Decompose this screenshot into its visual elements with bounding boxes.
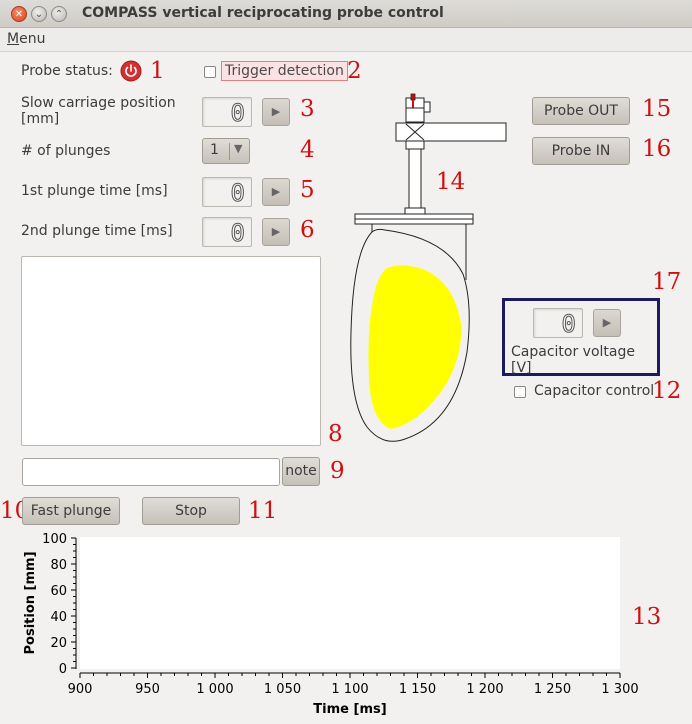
annotation-12: 12 [652, 378, 682, 404]
trigger-detection-label[interactable]: Trigger detection [221, 61, 348, 81]
y-tick-label: 40 [50, 610, 67, 625]
capacitor-control-checkbox[interactable] [514, 386, 526, 398]
menu-menu[interactable]: Menu [7, 31, 45, 47]
fast-plunge-button[interactable]: Fast plunge [22, 497, 120, 525]
trigger-detection-checkbox[interactable] [204, 66, 216, 78]
maximize-icon[interactable]: ⌃ [51, 6, 67, 22]
slow-carriage-label: Slow carriage position [21, 95, 176, 111]
capacitor-set-button[interactable]: ▶ [593, 309, 621, 337]
second-plunge-label: 2nd plunge time [ms] [21, 223, 173, 239]
capacitor-voltage-display: 0 [533, 308, 583, 339]
chevron-down-icon: ▼ [234, 142, 243, 155]
combo-separator [229, 143, 230, 160]
x-tick-label: 1 000 [196, 682, 233, 697]
note-input[interactable] [22, 458, 280, 486]
capacitor-control-label: Capacitor control [534, 383, 655, 399]
annotation-8: 8 [328, 421, 343, 447]
probe-status-label: Probe status: [21, 63, 113, 79]
x-tick-label: 950 [135, 682, 160, 697]
tokamak-probe-diagram [350, 93, 507, 442]
x-axis-label: Time [ms] [313, 702, 386, 717]
slow-carriage-unit: [mm] [21, 111, 60, 127]
annotation-15: 15 [642, 96, 672, 122]
plunges-label: # of plunges [21, 143, 111, 159]
slow-carriage-set-button[interactable]: ▶ [262, 98, 290, 126]
x-tick-label: 1 150 [399, 682, 436, 697]
slow-carriage-display: 0 [202, 97, 252, 128]
second-plunge-set-button[interactable]: ▶ [262, 218, 290, 246]
position-chart-svg: 0 20 40 60 80 100 900 950 1 000 1 050 1 100 1 150 1 … [23, 532, 639, 717]
second-plunge-display: 0 [202, 217, 252, 248]
log-textarea[interactable] [21, 256, 321, 446]
y-tick-label: 80 [50, 558, 67, 573]
window-title: COMPASS vertical reciprocating probe con… [82, 5, 444, 21]
x-tick-label: 1 250 [534, 682, 571, 697]
y-tick-label: 20 [50, 636, 67, 651]
power-icon [120, 60, 142, 82]
annotation-13: 14 [436, 169, 466, 195]
position-chart: 0 20 40 60 80 100 900 950 1 000 1 050 1 100 1 150 1 … [0, 525, 692, 720]
annotation-4: 4 [300, 137, 315, 163]
plot-area [80, 537, 620, 669]
annotation-6: 6 [300, 217, 315, 243]
x-tick-label: 1 100 [331, 682, 368, 697]
annotation-14: 13 [632, 604, 662, 630]
probe-in-button[interactable]: Probe IN [532, 137, 630, 165]
x-tick-label: 1 200 [466, 682, 503, 697]
annotation-2: 2 [347, 58, 362, 84]
first-plunge-set-button[interactable]: ▶ [262, 178, 290, 206]
x-tick-label: 1 300 [601, 682, 638, 697]
y-axis-label: Position [mm] [23, 551, 38, 654]
annotation-11: 11 [248, 498, 278, 524]
y-tick-label: 60 [50, 584, 67, 599]
menu-label: enu [19, 31, 46, 47]
plunges-select[interactable]: 1 ▼ [202, 138, 250, 164]
x-tick-label: 900 [68, 682, 93, 697]
first-plunge-display: 0 [202, 177, 252, 208]
probe-out-button[interactable]: Probe OUT [532, 97, 630, 125]
y-tick-label: 0 [59, 662, 67, 677]
annotation-9: 9 [330, 458, 345, 484]
annotation-5: 5 [300, 177, 315, 203]
menubar: Menu [0, 28, 692, 52]
annotation-1: 1 [150, 58, 165, 84]
first-plunge-label: 1st plunge time [ms] [21, 183, 168, 199]
annotation-3: 3 [300, 96, 315, 122]
annotation-16: 16 [642, 136, 672, 162]
menu-mnemonic: M [7, 31, 20, 47]
x-tick-label: 1 050 [264, 682, 301, 697]
annotation-17: 17 [652, 269, 682, 295]
y-tick-label: 100 [42, 532, 67, 547]
plasma-shape [368, 265, 462, 429]
capacitor-panel: 0 ▶ Capacitor voltage [V] [502, 298, 660, 376]
note-button[interactable]: note [282, 457, 320, 486]
window-titlebar: ✕ ⌄ ⌃ COMPASS vertical reciprocating pro… [0, 0, 692, 28]
stop-button[interactable]: Stop [142, 497, 240, 525]
minimize-icon[interactable]: ⌄ [31, 6, 47, 22]
plunges-value: 1 [210, 142, 219, 158]
close-icon[interactable]: ✕ [11, 6, 27, 22]
capacitor-voltage-label: Capacitor voltage [V] [511, 344, 635, 376]
